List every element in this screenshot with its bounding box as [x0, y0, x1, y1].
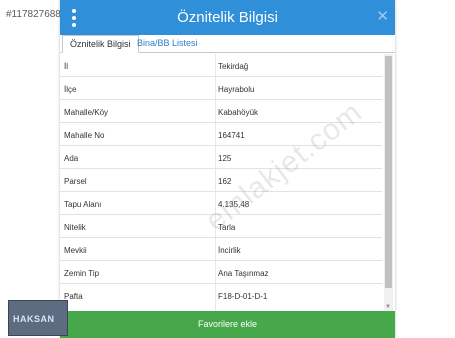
close-icon[interactable]: ✕: [376, 8, 389, 26]
table-row: Pafta F18-D-01-D-1: [60, 284, 382, 307]
attribute-value: Tarla: [218, 223, 236, 232]
attribute-key: İl: [64, 62, 68, 71]
table-row: İl Tekirdağ: [60, 54, 382, 77]
tab-attribute-info[interactable]: Öznitelik Bilgisi: [62, 35, 139, 53]
table-row: Mahalle/Köy Kabahöyük: [60, 100, 382, 123]
attribute-panel: Öznitelik Bilgisi ✕ Öznitelik Bilgisi Bi…: [60, 0, 395, 338]
attribute-key: Mevkii: [64, 246, 87, 255]
attribute-value: 162: [218, 177, 232, 186]
attribute-value: Kabahöyük: [218, 108, 259, 117]
attribute-value: 164741: [218, 131, 245, 140]
add-to-favorites-button[interactable]: Favorilere ekle: [60, 311, 395, 338]
tab-bar: Öznitelik Bilgisi Bina/BB Listesi ▲: [60, 35, 395, 80]
table-row: Parsel 162: [60, 169, 382, 192]
attribute-key: Parsel: [64, 177, 87, 186]
scroll-thumb[interactable]: [385, 56, 392, 288]
table-row: Mevkii İncirlik: [60, 238, 382, 261]
agency-logo: HAKSAN: [8, 300, 68, 336]
scroll-down-icon[interactable]: ▼: [385, 304, 391, 310]
attribute-key: Nitelik: [64, 223, 86, 232]
attribute-value: İncirlik: [218, 246, 241, 255]
table-row: Tapu Alanı 4.135,48: [60, 192, 382, 215]
attribute-key: Zemin Tip: [64, 269, 100, 278]
attribute-value: 4.135,48: [218, 200, 250, 209]
table-row: Nitelik Tarla: [60, 215, 382, 238]
attribute-value: F18-D-01-D-1: [218, 292, 268, 301]
attribute-key: İlçe: [64, 85, 77, 94]
vertical-scrollbar[interactable]: ▼: [384, 54, 393, 312]
table-row: Zemin Tip Ana Taşınmaz: [60, 261, 382, 284]
attribute-key: Mahalle No: [64, 131, 105, 140]
listing-id: #117827688: [6, 9, 61, 20]
attribute-key: Ada: [64, 154, 79, 163]
attribute-value: Hayrabolu: [218, 85, 255, 94]
attribute-table: İl Tekirdağ İlçe Hayrabolu Mahalle/Köy K…: [60, 54, 382, 312]
attribute-key: Tapu Alanı: [64, 200, 102, 209]
attribute-value: Tekirdağ: [218, 62, 249, 71]
attribute-value: Ana Taşınmaz: [218, 269, 269, 278]
attribute-key: Mahalle/Köy: [64, 108, 109, 117]
table-row: İlçe Hayrabolu: [60, 77, 382, 100]
table-row: Ada 125: [60, 146, 382, 169]
table-row: Mahalle No 164741: [60, 123, 382, 146]
panel-header: Öznitelik Bilgisi ✕: [60, 0, 395, 35]
tab-building-list[interactable]: Bina/BB Listesi: [130, 35, 205, 53]
logo-text: HAKSAN: [13, 314, 55, 324]
panel-title: Öznitelik Bilgisi: [177, 9, 278, 26]
attribute-value: 125: [218, 154, 232, 163]
